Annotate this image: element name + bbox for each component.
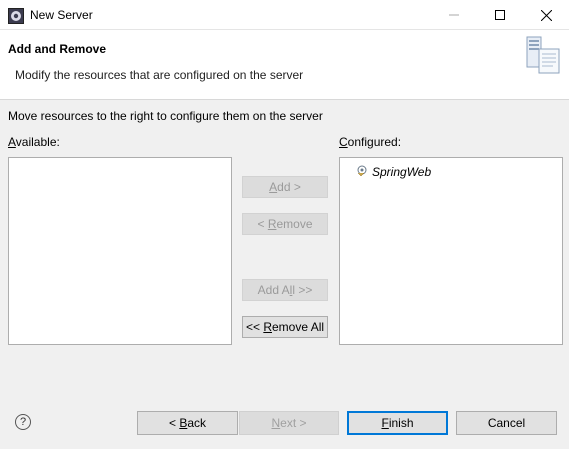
cancel-button[interactable]: Cancel bbox=[456, 411, 557, 435]
available-label: Available: bbox=[8, 135, 60, 149]
page-description: Modify the resources that are configured… bbox=[15, 68, 304, 82]
remove-all-button[interactable]: << Remove All bbox=[242, 316, 328, 338]
close-button[interactable] bbox=[523, 0, 569, 30]
next-button[interactable]: Next > bbox=[239, 411, 339, 435]
add-all-button[interactable]: Add All >> bbox=[242, 279, 328, 301]
window-title: New Server bbox=[30, 8, 93, 22]
page-title: Add and Remove bbox=[8, 42, 107, 56]
remove-button[interactable]: < Remove bbox=[242, 213, 328, 235]
server-banner-icon bbox=[523, 35, 565, 75]
finish-button[interactable]: Finish bbox=[347, 411, 448, 435]
server-app-icon bbox=[8, 8, 24, 24]
configured-label: Configured: bbox=[339, 135, 402, 149]
minimize-button[interactable] bbox=[431, 0, 477, 30]
list-item-label: SpringWeb bbox=[372, 164, 432, 179]
title-bar: New Server bbox=[0, 0, 569, 30]
web-module-icon bbox=[356, 164, 368, 179]
maximize-button[interactable] bbox=[477, 0, 523, 30]
help-icon[interactable]: ? bbox=[15, 414, 31, 430]
list-item[interactable]: SpringWeb bbox=[356, 164, 431, 179]
add-button[interactable]: Add > bbox=[242, 176, 328, 198]
back-button[interactable]: < Back bbox=[137, 411, 238, 435]
instructions-text: Move resources to the right to configure… bbox=[8, 109, 323, 123]
available-list[interactable] bbox=[8, 157, 232, 345]
configured-list[interactable]: SpringWeb bbox=[339, 157, 563, 345]
wizard-header: Add and Remove Modify the resources that… bbox=[0, 30, 569, 100]
